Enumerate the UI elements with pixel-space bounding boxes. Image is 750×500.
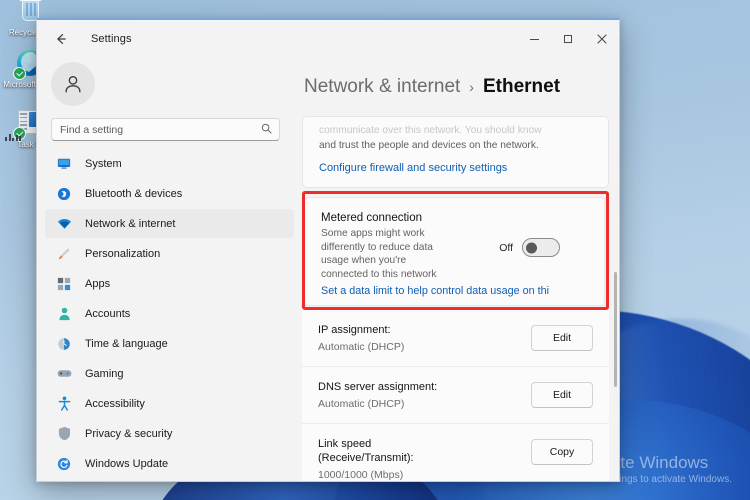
breadcrumb-current: Ethernet	[482, 76, 561, 97]
metered-connection-toggle[interactable]	[522, 238, 560, 257]
sidebar-item-bluetooth-devices[interactable]: Bluetooth & devices	[45, 179, 294, 208]
set-data-limit-link[interactable]: Set a data limit to help control data us…	[321, 269, 549, 303]
metered-connection-title: Metered connection	[321, 212, 423, 224]
edit-ip-assignment-button[interactable]: Edit	[531, 325, 593, 351]
sidebar-item-label: Apps	[85, 277, 111, 290]
settings-sidebar: System Bluetooth & devices	[37, 58, 302, 481]
setting-row-ip-assignment: IP assignment: Automatic (DHCP) Edit	[302, 310, 609, 367]
metered-connection-section: Metered connection Some apps might work …	[302, 191, 609, 310]
apps-grid-icon	[55, 276, 73, 292]
chevron-right-icon: ›	[469, 79, 474, 95]
minimize-button[interactable]	[517, 20, 551, 58]
clock-globe-icon	[55, 336, 73, 352]
network-description-card: communicate over this network. You shoul…	[302, 116, 609, 188]
window-body: System Bluetooth & devices	[37, 58, 619, 481]
metered-connection-card: Metered connection Some apps might work …	[304, 197, 605, 306]
window-caption-buttons	[517, 20, 619, 58]
maximize-button[interactable]	[551, 20, 585, 58]
clipped-paragraph-top: communicate over this network. You shoul…	[319, 125, 542, 136]
settings-scroll-area[interactable]: communicate over this network. You shoul…	[302, 116, 619, 481]
shield-icon	[55, 426, 73, 442]
toggle-knob	[526, 242, 537, 253]
clipped-paragraph-bottom: and trust the people and devices on the …	[319, 140, 539, 151]
breadcrumb: Network & internet › Ethernet	[302, 58, 619, 116]
metered-toggle-state-label: Off	[499, 241, 513, 254]
sidebar-item-windows-update[interactable]: Windows Update	[45, 449, 294, 478]
update-refresh-icon	[55, 456, 73, 472]
sidebar-item-label: Accessibility	[85, 397, 145, 410]
content-pane: Network & internet › Ethernet communicat…	[302, 58, 619, 481]
scrollbar-thumb[interactable]	[614, 272, 617, 387]
bluetooth-icon	[55, 186, 73, 202]
metered-toggle-group[interactable]: Off	[499, 238, 560, 257]
paintbrush-icon	[55, 246, 73, 262]
setting-row-value: Automatic (DHCP)	[318, 341, 405, 353]
search-icon	[261, 121, 272, 139]
sidebar-item-label: Privacy & security	[85, 427, 173, 440]
sidebar-item-gaming[interactable]: Gaming	[45, 359, 294, 388]
close-button[interactable]	[585, 20, 619, 58]
edit-dns-assignment-button[interactable]: Edit	[531, 382, 593, 408]
settings-window: Settings Find a setting System Bluetooth…	[36, 18, 620, 482]
breadcrumb-parent[interactable]: Network & internet	[304, 76, 460, 98]
desktop: Recycle Bin Microsoft Edge Task M Activa…	[0, 0, 750, 500]
search-input[interactable]	[52, 123, 279, 136]
sidebar-item-accounts[interactable]: Accounts	[45, 299, 294, 328]
sidebar-item-label: System	[85, 157, 122, 170]
search-wrapper	[45, 118, 302, 149]
sidebar-item-time-language[interactable]: Time & language	[45, 329, 294, 358]
person-avatar-icon	[51, 62, 95, 106]
sidebar-item-label: Gaming	[85, 367, 124, 380]
setting-row-dns-server-assignment: DNS server assignment: Automatic (DHCP) …	[302, 367, 609, 424]
back-arrow-icon[interactable]	[45, 25, 77, 53]
wifi-icon	[55, 216, 73, 232]
gamepad-icon	[55, 366, 73, 382]
sidebar-item-label: Network & internet	[85, 217, 176, 230]
content-scrollbar[interactable]	[614, 122, 617, 452]
sidebar-item-personalization[interactable]: Personalization	[45, 239, 294, 268]
sidebar-item-label: Time & language	[85, 337, 168, 350]
shortcut-badge-icon	[13, 67, 26, 80]
sidebar-item-apps[interactable]: Apps	[45, 269, 294, 298]
sidebar-item-accessibility[interactable]: Accessibility	[45, 389, 294, 418]
sidebar-nav-list: System Bluetooth & devices Network & int…	[45, 149, 302, 481]
setting-row-value: Automatic (DHCP)	[318, 398, 405, 410]
search-box[interactable]	[51, 118, 280, 141]
sidebar-item-privacy-security[interactable]: Privacy & security	[45, 419, 294, 448]
setting-row-label: IP assignment:	[318, 324, 391, 336]
copy-link-speed-button[interactable]: Copy	[531, 439, 593, 465]
sidebar-item-label: Accounts	[85, 307, 131, 320]
sidebar-item-network-internet[interactable]: Network & internet	[45, 209, 294, 238]
configure-firewall-link[interactable]: Configure firewall and security settings	[303, 153, 608, 187]
taskbar-chart-decor	[5, 134, 21, 141]
monitor-icon	[55, 156, 73, 172]
sidebar-item-system[interactable]: System	[45, 149, 294, 178]
account-block[interactable]	[45, 58, 302, 118]
setting-row-label: Link speed (Receive/Transmit):	[318, 438, 414, 464]
sidebar-item-label: Bluetooth & devices	[85, 187, 183, 200]
accessibility-person-icon	[55, 396, 73, 412]
window-titlebar: Settings	[37, 20, 619, 58]
setting-row-label: DNS server assignment:	[318, 381, 438, 393]
sidebar-item-label: Personalization	[85, 247, 161, 260]
setting-row-value: 1000/1000 (Mbps)	[318, 469, 404, 481]
setting-row-link-speed: Link speed (Receive/Transmit): 1000/1000…	[302, 424, 609, 481]
account-person-icon	[55, 306, 73, 322]
sidebar-item-label: Windows Update	[85, 457, 169, 470]
window-title: Settings	[91, 33, 132, 45]
